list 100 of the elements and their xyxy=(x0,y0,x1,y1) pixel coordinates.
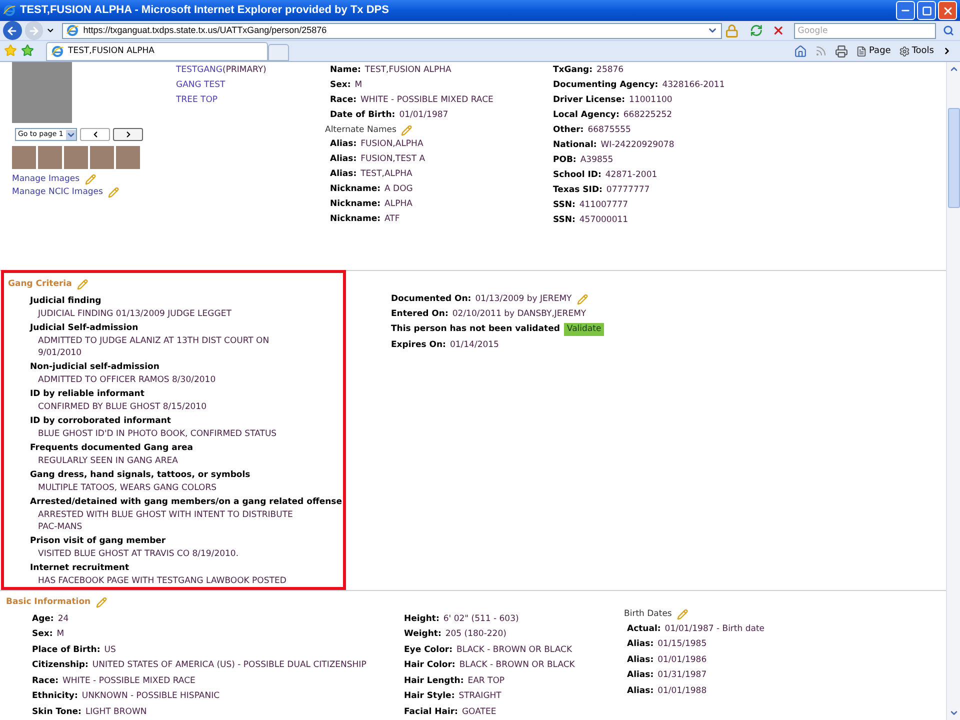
section-heading: Basic Information xyxy=(6,596,91,609)
field-value: 457000011 xyxy=(579,214,628,227)
search-field[interactable]: Google xyxy=(794,22,936,38)
field-value: LIGHT BROWN xyxy=(85,706,147,719)
scroll-down-icon[interactable] xyxy=(948,708,958,718)
scroll-up-icon[interactable] xyxy=(948,64,958,74)
field-label: School ID: xyxy=(553,169,602,182)
maximize-icon xyxy=(922,6,932,16)
close-button[interactable] xyxy=(938,1,957,20)
criterion-value: BLUE GHOST ID'D IN PHOTO BOOK, CONFIRMED STATUS xyxy=(37,428,278,440)
browser-logo-icon xyxy=(3,4,16,17)
pencil-icon[interactable] xyxy=(84,174,96,185)
pencil-icon[interactable] xyxy=(576,294,588,304)
gang-link[interactable]: GANG TEST xyxy=(176,79,226,92)
minimize-button[interactable] xyxy=(896,1,915,20)
field-value: UNITED STATES OF AMERICA (US) - POSSIBLE DUAL CITIZENSHIP xyxy=(92,659,366,672)
field-value: ALPHA xyxy=(384,198,412,211)
window-title: TEST,FUSION ALPHA - Microsoft Internet Explorer provided by Tx DPS xyxy=(20,3,389,18)
manage-images-link[interactable]: Manage Images xyxy=(12,173,80,186)
field-value: UNKNOWN - POSSIBLE HISPANIC xyxy=(82,690,220,704)
back-button[interactable] xyxy=(3,21,22,40)
thumbnail-photo-placeholder[interactable] xyxy=(12,146,36,169)
new-tab-button[interactable] xyxy=(268,44,289,61)
field-value: 668225252 xyxy=(623,109,672,122)
field-label: Other: xyxy=(553,124,584,137)
pencil-icon[interactable] xyxy=(401,124,412,136)
stop-icon[interactable] xyxy=(772,24,785,37)
section-heading: Gang Criteria xyxy=(8,278,72,291)
field-value: 66875555 xyxy=(588,124,631,137)
criterion-value: MULTIPLE TATOOS, WEARS GANG COLORS xyxy=(37,482,218,494)
criterion-value: ARRESTED WITH BLUE GHOST WITH INTENT TO DISTRIBUTE PAC-MANS xyxy=(37,508,294,532)
field-label: Expires On: xyxy=(391,338,446,352)
criterion-value: REGULARLY SEEN IN GANG AREA xyxy=(37,454,179,466)
manage-images-link[interactable]: Manage NCIC Images xyxy=(12,186,103,199)
pencil-icon[interactable] xyxy=(108,187,119,198)
more-chevron-icon[interactable] xyxy=(942,46,952,56)
field-value: M xyxy=(56,628,64,642)
browser-tab[interactable]: TEST,FUSION ALPHA xyxy=(46,42,268,61)
criterion-label: Prison visit of gang member xyxy=(30,534,167,548)
scrollbar[interactable] xyxy=(946,62,960,720)
browser-logo-icon xyxy=(51,45,64,58)
field-value: 01/31/1987 xyxy=(658,669,707,682)
field-value: A DOG xyxy=(384,183,413,196)
forward-arrow-icon xyxy=(28,24,40,36)
field-value: 01/13/2009 by JEREMY xyxy=(475,292,572,306)
address-field[interactable]: https://txganguat.txdps.state.tx.us/UATTxGang/person/25876 xyxy=(62,22,722,38)
maximize-button[interactable] xyxy=(917,1,936,20)
field-label: Local Agency: xyxy=(553,109,620,122)
field-label: Nickname: xyxy=(330,198,381,211)
field-label: Eye Color: xyxy=(404,644,452,657)
scrollbar-thumb[interactable] xyxy=(948,108,960,208)
criterion-value: ADMITTED TO OFFICER RAMOS 8/30/2010 xyxy=(37,374,217,386)
field-value: 01/01/1988 xyxy=(658,684,707,698)
field-value: 01/01/1987 xyxy=(399,109,448,122)
gang-link[interactable]: TESTGANG xyxy=(176,64,222,77)
thumbnail-photo-placeholder[interactable] xyxy=(38,146,62,169)
refresh-icon[interactable] xyxy=(750,24,763,37)
criterion-label: Frequents documented Gang area xyxy=(30,442,194,454)
field-value: 02/10/2011 by DANSBY,JEREMY xyxy=(452,308,586,320)
field-label: Actual: xyxy=(627,622,661,636)
field-label: Alias: xyxy=(330,168,357,181)
print-icon[interactable] xyxy=(835,44,848,58)
field-label: Alias: xyxy=(627,669,654,682)
gang-note: (PRIMARY) xyxy=(222,64,266,77)
add-favorite-star-icon[interactable] xyxy=(21,44,34,57)
lock-icon[interactable] xyxy=(725,24,740,38)
field-value: STRAIGHT xyxy=(458,690,502,704)
thumbnail-photo-placeholder[interactable] xyxy=(90,146,114,169)
favorites-star-icon[interactable] xyxy=(4,44,17,57)
pencil-icon[interactable] xyxy=(76,279,88,290)
field-label: Texas SID: xyxy=(553,184,602,197)
field-label: Alias: xyxy=(627,684,654,698)
pencil-icon[interactable] xyxy=(96,597,107,608)
criterion-label: ID by reliable informant xyxy=(30,388,146,400)
field-label: Height: xyxy=(404,612,440,626)
field-label: National: xyxy=(553,139,597,152)
tools-menu[interactable]: Tools xyxy=(898,44,934,58)
thumbnail-photo-placeholder[interactable] xyxy=(64,146,88,169)
next-button[interactable] xyxy=(113,128,143,141)
field-label: Documented On: xyxy=(391,292,472,306)
page-menu[interactable]: Page xyxy=(856,44,891,58)
history-dropdown-icon[interactable] xyxy=(46,26,56,35)
previous-button[interactable] xyxy=(80,128,110,141)
thumbnail-photo-placeholder[interactable] xyxy=(116,146,140,169)
field-value: 42871-2001 xyxy=(605,169,658,182)
feeds-icon[interactable] xyxy=(815,45,828,58)
criterion-value: HAS FACEBOOK PAGE WITH TESTGANG LAWBOOK POSTED xyxy=(37,574,288,586)
validate-button[interactable]: Validate xyxy=(564,323,604,336)
criterion-value: JUDICIAL FINDING 01/13/2009 JUDGE LEGGET xyxy=(36,308,232,320)
gang-link[interactable]: TREE TOP xyxy=(176,94,218,107)
field-label: POB: xyxy=(553,154,576,167)
pencil-icon[interactable] xyxy=(676,608,688,620)
criterion-label: Gang dress, hand signals, tattoos, or symbols xyxy=(30,468,252,482)
home-icon[interactable] xyxy=(794,44,808,58)
field-value: FUSION,TEST A xyxy=(360,153,426,166)
settings-icon xyxy=(898,46,910,57)
close-icon xyxy=(942,4,954,16)
field-value: 01/01/1987 - Birth date xyxy=(664,622,765,636)
field-value: M xyxy=(354,79,362,92)
criterion-label: Judicial finding xyxy=(30,294,102,308)
